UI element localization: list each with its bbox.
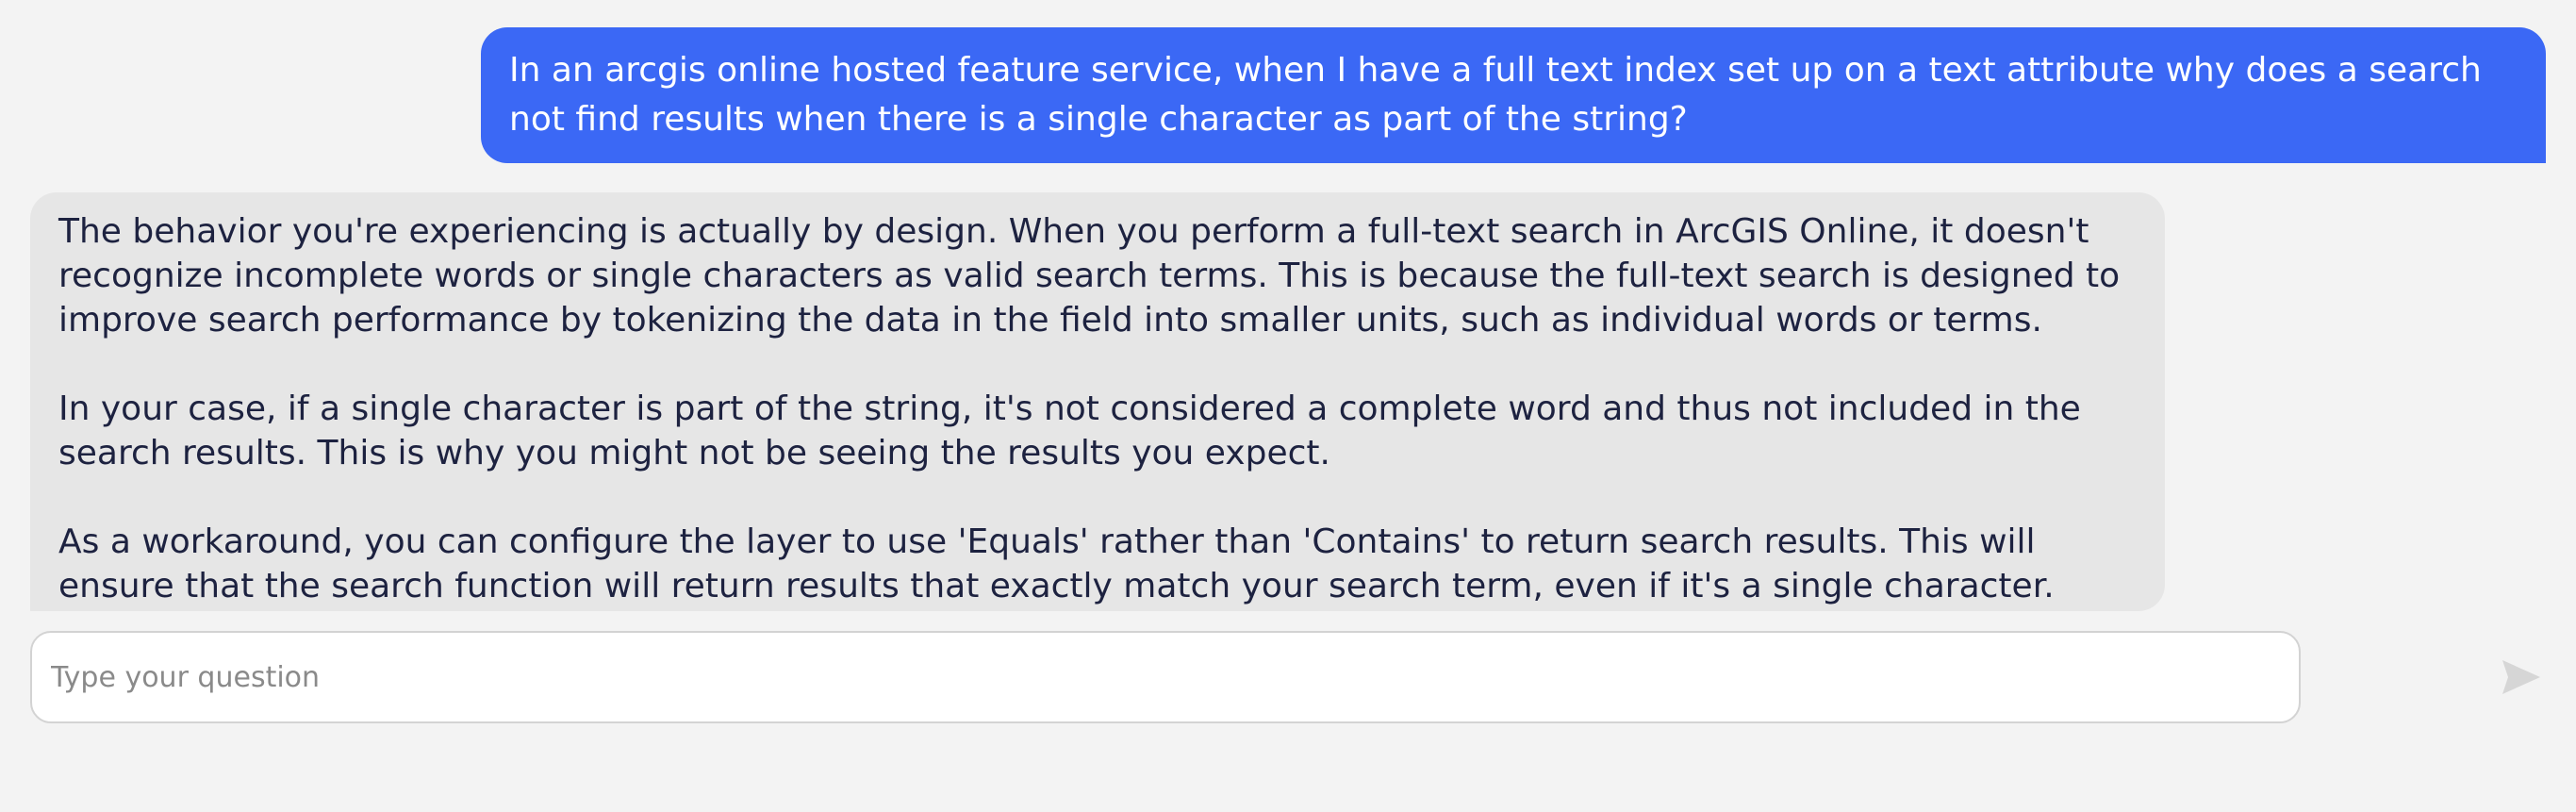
user-message-text: In an arcgis online hosted feature servi… <box>509 51 2482 139</box>
assistant-paragraph: The behavior you're experiencing is actu… <box>58 212 2121 340</box>
question-input-container <box>30 631 2301 723</box>
question-input[interactable] <box>51 633 2276 721</box>
assistant-message-bubble: The behavior you're experiencing is actu… <box>30 192 2165 611</box>
send-icon <box>2502 660 2540 694</box>
assistant-paragraph: As a workaround, you can configure the l… <box>58 522 2055 605</box>
user-message-bubble: In an arcgis online hosted feature servi… <box>481 27 2546 163</box>
assistant-paragraph: In your case, if a single character is p… <box>58 389 2081 472</box>
send-button[interactable] <box>2499 655 2544 700</box>
chat-window: In an arcgis online hosted feature servi… <box>0 0 2576 812</box>
